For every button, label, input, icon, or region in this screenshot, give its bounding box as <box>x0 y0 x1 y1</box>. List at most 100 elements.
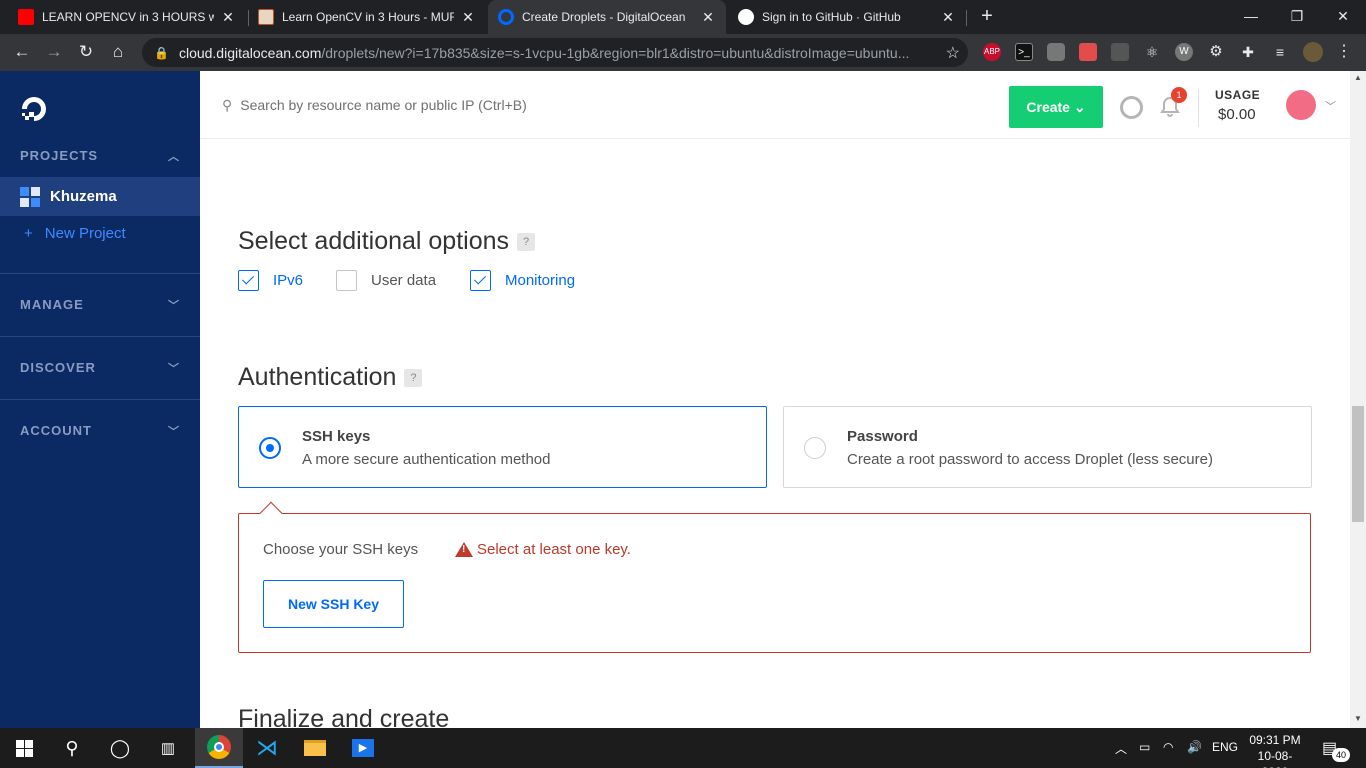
browser-tab-github[interactable]: Sign in to GitHub · GitHub ✕ <box>728 0 966 34</box>
bookmark-star-icon[interactable]: ☆ <box>946 43 960 63</box>
media-control-icon[interactable]: ≡ <box>1271 43 1289 61</box>
option-ipv6[interactable]: IPv6 <box>238 270 303 291</box>
wifi-icon[interactable]: ◠ <box>1163 740 1173 754</box>
discover-section-header[interactable]: DISCOVER ﹀ <box>20 360 180 380</box>
address-bar[interactable]: 🔒 cloud.digitalocean.com/droplets/new?i=… <box>142 38 968 67</box>
pen-extension-icon[interactable] <box>1111 43 1129 61</box>
vscode-taskbar-icon[interactable]: ⋊ <box>243 728 291 768</box>
ssh-error-message: Select at least one key. <box>455 541 631 558</box>
help-lifebuoy-icon[interactable] <box>1120 96 1143 119</box>
home-button[interactable]: ⌂ <box>106 40 130 64</box>
checkbox-unchecked[interactable] <box>336 270 357 291</box>
search-input[interactable]: ⚲ Search by resource name or public IP (C… <box>222 97 527 114</box>
usage-label: USAGE <box>1215 88 1261 102</box>
auth-title: SSH keys <box>302 428 371 445</box>
auth-title: Password <box>847 428 918 445</box>
show-hidden-icons-icon[interactable]: ︿ <box>1115 740 1127 757</box>
plus-icon: + <box>24 225 33 242</box>
close-icon[interactable]: ✕ <box>460 9 476 26</box>
task-view-icon[interactable]: ▥ <box>144 728 192 768</box>
browser-tab-opencv[interactable]: Learn OpenCV in 3 Hours - MUR ✕ <box>248 0 486 34</box>
section-label: DISCOVER <box>20 360 96 375</box>
volume-icon[interactable]: 🔊 <box>1187 740 1202 754</box>
top-header: ⚲ Search by resource name or public IP (C… <box>200 71 1350 139</box>
chrome-taskbar-icon[interactable] <box>195 728 243 768</box>
page-scrollbar[interactable]: ▲ ▼ <box>1350 71 1366 728</box>
back-button[interactable]: ← <box>10 40 34 64</box>
maximize-button[interactable]: ❐ <box>1274 0 1320 34</box>
puzzle-icon[interactable]: ✚ <box>1239 43 1257 61</box>
option-monitoring[interactable]: Monitoring <box>470 270 575 291</box>
search-icon: ⚲ <box>222 97 233 113</box>
clock-time: 09:31 PM <box>1249 733 1301 747</box>
adblock-extension-icon[interactable]: ABP <box>983 43 1001 61</box>
digitalocean-logo-icon[interactable] <box>18 93 50 125</box>
help-icon[interactable]: ? <box>404 369 423 388</box>
profile-avatar-icon[interactable] <box>1303 42 1323 62</box>
search-icon[interactable]: ⚲ <box>48 728 96 768</box>
new-ssh-key-button[interactable]: New SSH Key <box>263 580 404 628</box>
new-project-label: New Project <box>44 225 126 242</box>
section-label: ACCOUNT <box>20 423 92 438</box>
windows-taskbar: ⚲ ◯ ▥ ⋊ ▶ ︿ ▭ ◠ 🔊 ENG 09:31 PM 10-08-202… <box>0 728 1366 768</box>
cortana-icon[interactable]: ◯ <box>96 728 144 768</box>
forward-button[interactable]: → <box>42 40 66 64</box>
auth-description: A more secure authentication method <box>302 451 551 468</box>
camera-extension-icon[interactable] <box>1047 43 1065 61</box>
checkbox-checked[interactable] <box>238 270 259 291</box>
react-extension-icon[interactable]: ⚛ <box>1143 43 1161 61</box>
section-label: MANAGE <box>20 297 84 312</box>
reload-button[interactable]: ↻ <box>74 40 98 64</box>
close-icon[interactable]: ✕ <box>940 9 956 26</box>
extension-icon[interactable] <box>1079 43 1097 61</box>
close-icon[interactable]: ✕ <box>220 9 236 26</box>
radio-unselected[interactable] <box>804 437 826 459</box>
new-project-link[interactable]: + New Project <box>24 225 126 242</box>
manage-section-header[interactable]: MANAGE ﹀ <box>20 297 180 317</box>
gear-extension-icon[interactable]: ⚙ <box>1207 43 1225 61</box>
file-explorer-icon[interactable] <box>291 728 339 768</box>
project-icon <box>20 186 40 207</box>
close-window-button[interactable]: ✕ <box>1320 0 1366 34</box>
chevron-down-icon[interactable]: ﹀ <box>1325 98 1336 114</box>
scroll-up-arrow[interactable]: ▲ <box>1354 73 1362 82</box>
create-button[interactable]: Create ⌄ <box>1009 86 1103 128</box>
browser-tab-digitalocean[interactable]: Create Droplets - DigitalOcean ✕ <box>488 0 726 34</box>
panel-caret <box>259 501 283 525</box>
media-player-icon[interactable]: ▶ <box>339 728 387 768</box>
minimize-button[interactable]: — <box>1228 0 1274 34</box>
account-section-header[interactable]: ACCOUNT ﹀ <box>20 423 180 443</box>
create-label: Create <box>1026 99 1070 115</box>
sidebar-item-project-khuzema[interactable]: Khuzema <box>0 177 200 216</box>
scroll-down-arrow[interactable]: ▼ <box>1354 714 1362 723</box>
option-label: User data <box>371 272 437 289</box>
tab-title: Create Droplets - DigitalOcean <box>522 10 686 24</box>
lock-icon: 🔒 <box>154 45 169 60</box>
option-user-data[interactable]: User data <box>336 270 436 291</box>
scrollbar-thumb[interactable] <box>1352 406 1364 522</box>
auth-option-password[interactable]: Password Create a root password to acces… <box>783 406 1312 488</box>
new-tab-button[interactable]: + <box>976 5 998 27</box>
auth-option-ssh-keys[interactable]: SSH keys A more secure authentication me… <box>238 406 767 488</box>
main-content: Select additional options? IPv6 User dat… <box>200 139 1350 728</box>
menu-dots-icon[interactable]: ⋮ <box>1335 43 1353 61</box>
chevron-down-icon: ﹀ <box>168 300 180 312</box>
github-icon <box>738 9 754 25</box>
radio-selected[interactable] <box>259 437 281 459</box>
language-indicator[interactable]: ENG <box>1212 740 1238 754</box>
avatar[interactable] <box>1286 90 1316 120</box>
terminal-extension-icon[interactable]: >_ <box>1015 43 1033 61</box>
w-extension-icon[interactable]: W <box>1175 43 1193 61</box>
browser-tab-youtube[interactable]: LEARN OPENCV in 3 HOURS with ✕ <box>8 0 246 34</box>
usage-value[interactable]: $0.00 <box>1218 106 1256 123</box>
system-clock[interactable]: 09:31 PM 10-08-2020 <box>1245 732 1305 768</box>
checkbox-checked[interactable] <box>470 270 491 291</box>
close-icon[interactable]: ✕ <box>700 9 716 26</box>
projects-section-header[interactable]: PROJECTS ︿ <box>20 148 180 168</box>
windows-start-icon[interactable] <box>0 728 48 768</box>
battery-icon[interactable]: ▭ <box>1139 740 1150 754</box>
help-icon[interactable]: ? <box>517 233 536 252</box>
ssh-keys-panel: Choose your SSH keys Select at least one… <box>238 501 1311 653</box>
section-title-additional-options: Select additional options? <box>238 227 536 256</box>
title-text: Authentication <box>238 363 397 391</box>
